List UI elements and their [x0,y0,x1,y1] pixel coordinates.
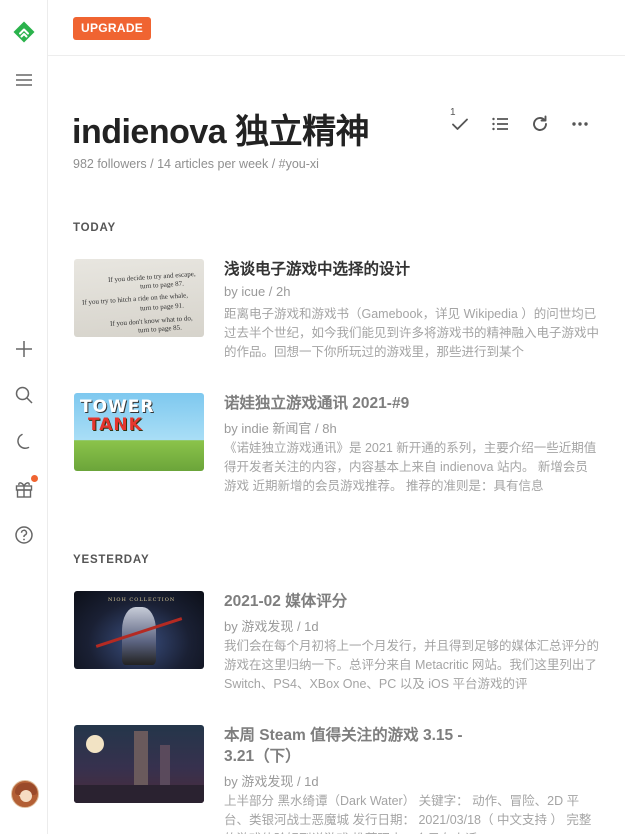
notification-dot [31,475,38,482]
article-thumbnail: If you decide to try and escape, turn to… [74,259,204,337]
more-icon [572,122,588,126]
article-thumbnail [74,725,204,803]
add-icon[interactable] [12,337,36,361]
feed-actions: 1 [448,107,608,136]
article-byline: by 游戏发现 / 1d [224,774,319,789]
feed-title: indienova 独立精神 [72,113,370,151]
search-icon[interactable] [12,383,36,407]
feedly-logo-icon[interactable] [12,20,36,44]
article-item[interactable]: If you decide to try and escape, turn to… [73,259,605,359]
article-thumbnail: TOWER TANK [74,393,204,471]
gift-icon[interactable] [12,475,38,501]
article-snippet: 上半部分 黑水绮谭（Dark Water） 关键字： 动作、冒险、2D 平台、类… [224,794,592,834]
avatar[interactable] [11,780,39,808]
section-label-yesterday: YESTERDAY [73,554,150,566]
help-icon[interactable] [12,523,36,547]
top-bar: UPGRADE [48,0,625,56]
article-thumbnail: NIOH COLLECTION [74,591,204,669]
article-title[interactable]: 诺娃独立游戏通讯 2021-#9 [224,393,464,414]
feed-meta: 982 followers / 14 articles per week / #… [73,157,319,171]
article-item[interactable]: TOWER TANK 诺娃独立游戏通讯 2021-#9 by indie 新闻官… [73,393,605,493]
section-label-today: TODAY [73,222,116,234]
layout-button[interactable] [488,112,512,136]
refresh-button[interactable] [528,112,552,136]
moon-icon[interactable] [12,430,36,454]
article-item[interactable]: NIOH COLLECTION 2021-02 媒体评分 by 游戏发现 / 1… [73,591,605,691]
article-item[interactable]: 本周 Steam 值得关注的游戏 3.15 - 3.21（下） by 游戏发现 … [73,725,605,834]
article-title[interactable]: 2021-02 媒体评分 [224,591,464,612]
article-byline: by indie 新闻官 / 8h [224,421,337,436]
mark-read-count: 1 [450,107,456,118]
article-snippet: 我们会在每个月初将上一个月发行，并且得到足够的媒体汇总评分的游戏在这里归纳一下。… [224,639,600,691]
article-snippet: 《诺娃独立游戏通讯》是 2021 新开通的系列，主要介绍一些近期值得开发者关注的… [224,441,597,493]
more-button[interactable] [568,112,592,136]
article-byline: by icue / 2h [224,284,291,299]
menu-icon[interactable] [12,68,36,92]
mark-as-read-button[interactable]: 1 [448,107,472,136]
article-byline: by 游戏发现 / 1d [224,619,319,634]
left-rail [0,0,48,834]
article-title[interactable]: 本周 Steam 值得关注的游戏 3.15 - 3.21（下） [224,725,464,767]
article-title[interactable]: 浅谈电子游戏中选择的设计 [224,259,464,280]
upgrade-button[interactable]: UPGRADE [73,17,152,40]
article-snippet: 距离电子游戏和游戏书（Gamebook，详见 Wikipedia ）的问世均已过… [224,307,600,359]
refresh-icon [533,115,547,131]
list-icon [492,117,508,131]
